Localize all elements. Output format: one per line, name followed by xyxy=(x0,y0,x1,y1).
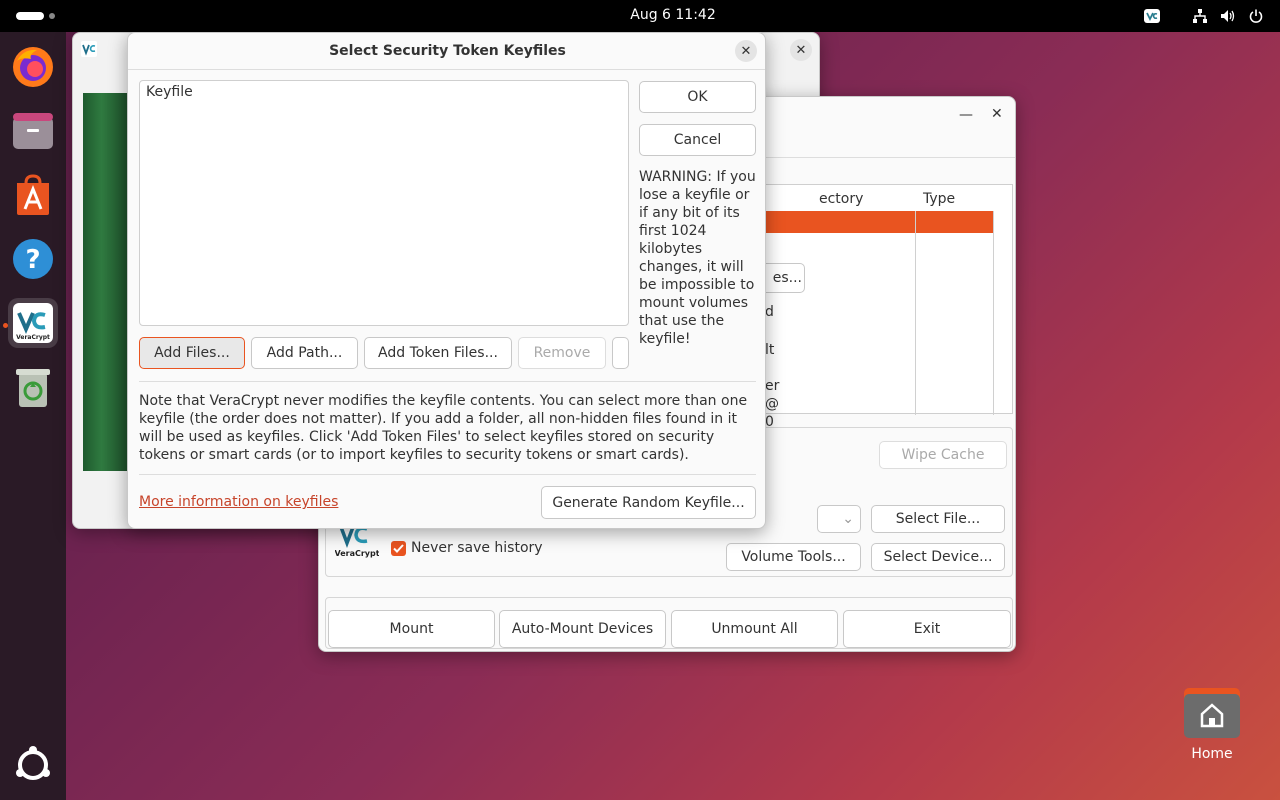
unmount-all-button[interactable]: Unmount All xyxy=(671,610,838,648)
power-icon[interactable] xyxy=(1246,6,1266,26)
volume-icon[interactable] xyxy=(1218,6,1238,26)
home-folder-icon[interactable] xyxy=(1184,688,1240,738)
add-path-button[interactable]: Add Path... xyxy=(251,337,358,369)
partial-label-at: @ xyxy=(765,396,779,412)
close-icon[interactable]: ✕ xyxy=(790,39,812,61)
home-label: Home xyxy=(1191,746,1233,762)
veracrypt-dock-label: VeraCrypt xyxy=(16,334,50,341)
generate-random-keyfile-button[interactable]: Generate Random Keyfile... xyxy=(541,486,756,519)
wipe-cache-button[interactable]: Wipe Cache xyxy=(879,441,1007,469)
keyfile-column-header[interactable]: Keyfile xyxy=(146,84,193,100)
cancel-button[interactable]: Cancel xyxy=(639,124,756,156)
show-apps-icon[interactable] xyxy=(8,740,58,790)
exit-button[interactable]: Exit xyxy=(843,610,1011,648)
keyfile-warning: WARNING: If you lose a keyfile or if any… xyxy=(639,169,756,347)
dialog-title: Select Security Token Keyfiles xyxy=(329,43,566,59)
footer-separator xyxy=(139,474,756,475)
add-token-files-button[interactable]: Add Token Files... xyxy=(364,337,512,369)
logo-text: VeraCrypt xyxy=(335,549,379,558)
help-icon[interactable]: ? xyxy=(8,234,58,284)
partial-label-lt: lt xyxy=(765,342,775,358)
minimize-icon[interactable]: — xyxy=(959,107,973,123)
window-app-icon xyxy=(81,41,97,61)
remove-button[interactable]: Remove xyxy=(518,337,606,369)
column-header-type[interactable]: Type xyxy=(923,191,955,207)
running-indicator xyxy=(3,323,8,328)
ok-button[interactable]: OK xyxy=(639,81,756,113)
select-device-button[interactable]: Select Device... xyxy=(871,543,1005,571)
add-files-button[interactable]: Add Files... xyxy=(139,337,245,369)
more-info-link[interactable]: More information on keyfiles xyxy=(139,494,338,510)
close-main-icon[interactable]: ✕ xyxy=(991,106,1003,122)
svg-text:?: ? xyxy=(25,245,40,275)
keyfile-note: Note that VeraCrypt never modifies the k… xyxy=(139,393,748,463)
mount-button[interactable]: Mount xyxy=(328,610,495,648)
note-separator xyxy=(139,381,756,382)
veracrypt-tray-icon[interactable] xyxy=(1141,6,1163,26)
select-keyfiles-dialog: Select Security Token Keyfiles ✕ Keyfile… xyxy=(127,32,766,529)
title-separator xyxy=(128,69,765,70)
never-save-history-checkbox[interactable] xyxy=(391,541,406,556)
column-header-directory[interactable]: ectory xyxy=(819,191,863,207)
veracrypt-dock-icon[interactable]: VeraCrypt xyxy=(8,298,58,348)
top-bar: Aug 6 11:42 xyxy=(0,0,1280,32)
wizard-image xyxy=(83,93,129,471)
partial-label-er: er xyxy=(765,378,780,394)
volume-tools-button[interactable]: Volume Tools... xyxy=(726,543,861,571)
files-icon[interactable] xyxy=(8,106,58,156)
partial-label-d: d xyxy=(765,304,774,320)
select-file-button[interactable]: Select File... xyxy=(871,505,1005,533)
column-divider-end xyxy=(993,211,994,415)
veracrypt-logo: VeraCrypt xyxy=(334,523,380,563)
trash-icon[interactable] xyxy=(8,362,58,412)
auto-mount-devices-button[interactable]: Auto-Mount Devices xyxy=(499,610,666,648)
dialog-close-icon[interactable]: ✕ xyxy=(735,40,757,62)
app-center-icon[interactable] xyxy=(8,170,58,220)
overflow-button[interactable] xyxy=(612,337,629,369)
firefox-icon[interactable] xyxy=(8,42,58,92)
column-divider xyxy=(915,211,916,415)
history-dropdown[interactable]: ⌄ xyxy=(817,505,861,533)
network-icon[interactable] xyxy=(1190,6,1210,26)
dock: ? VeraCrypt xyxy=(0,32,66,800)
keyfile-list[interactable]: Keyfile xyxy=(139,80,629,326)
clock[interactable]: Aug 6 11:42 xyxy=(0,7,1280,23)
never-save-history-label: Never save history xyxy=(411,540,543,556)
